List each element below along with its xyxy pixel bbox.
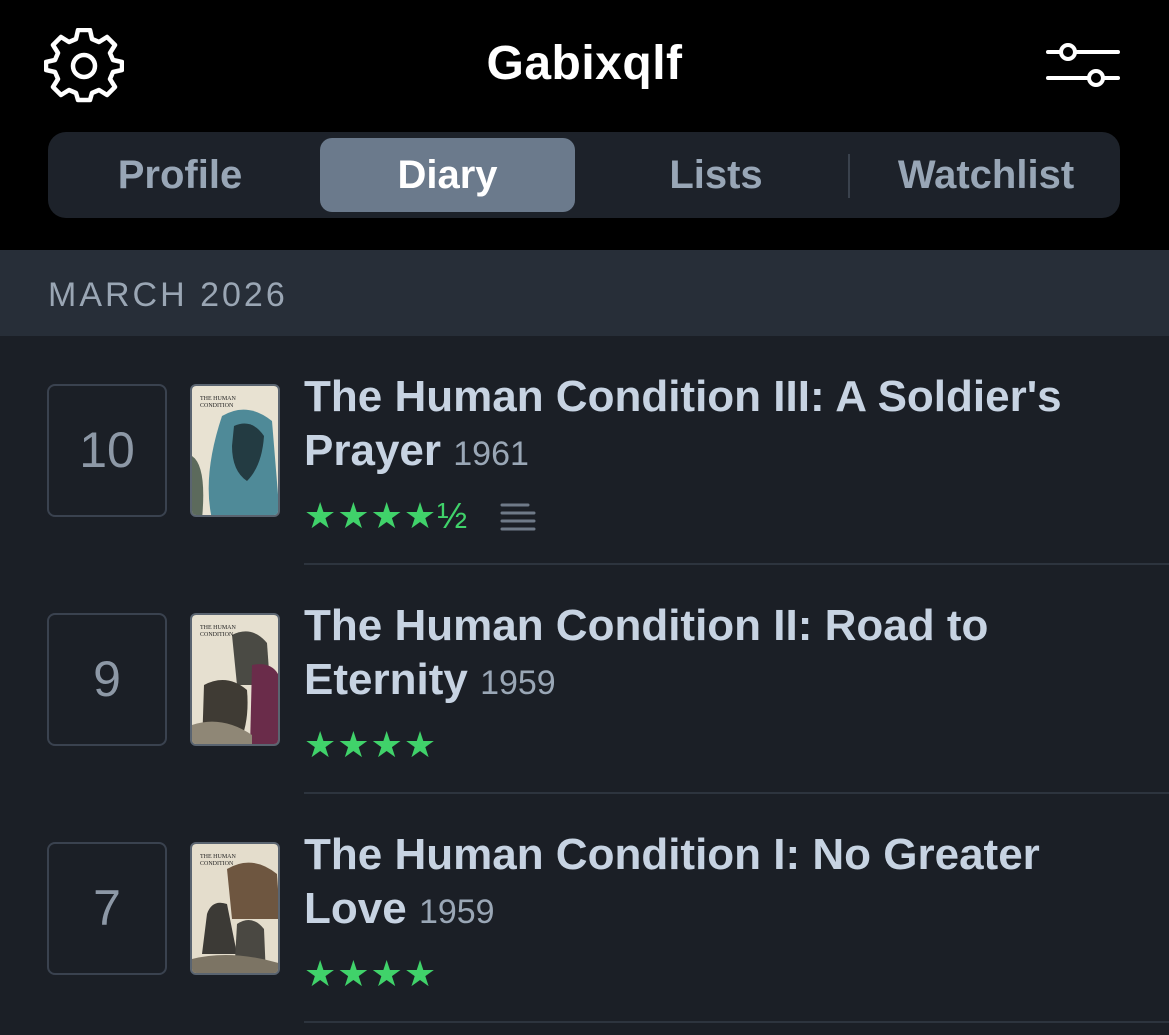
svg-text:CONDITION: CONDITION xyxy=(200,632,234,638)
film-poster[interactable]: THE HUMAN CONDITION xyxy=(190,842,280,975)
diary-entry[interactable]: 7 THE HUMAN CONDITION The Human Conditio… xyxy=(0,794,1169,1023)
film-title[interactable]: The Human Condition II: Road to Eternity… xyxy=(304,599,1134,710)
star-rating: ★★★★ xyxy=(304,953,438,994)
page-title: Gabixqlf xyxy=(486,37,683,90)
film-poster[interactable]: THE HUMAN CONDITION xyxy=(190,384,280,517)
tab-watchlist[interactable]: Watchlist xyxy=(852,138,1120,212)
review-text-icon xyxy=(500,503,536,531)
row-divider xyxy=(304,1021,1169,1023)
month-header: MARCH 2026 xyxy=(0,250,1169,336)
star-rating: ★★★★½ xyxy=(304,495,469,536)
svg-text:CONDITION: CONDITION xyxy=(200,861,234,867)
poster-text: THE HUMAN xyxy=(200,854,236,860)
tab-profile[interactable]: Profile xyxy=(48,138,312,212)
tab-divider xyxy=(848,154,850,198)
poster-text: THE HUMAN xyxy=(200,396,236,402)
tab-lists[interactable]: Lists xyxy=(584,138,848,212)
film-title[interactable]: The Human Condition III: A Soldier's Pra… xyxy=(304,370,1134,481)
film-title-text: The Human Condition I: No Greater Love xyxy=(304,830,1040,933)
film-title-text: The Human Condition II: Road to Eternity xyxy=(304,601,989,704)
film-year: 1959 xyxy=(418,893,495,931)
poster-text: THE HUMAN xyxy=(200,625,236,631)
day-box: 7 xyxy=(47,842,167,975)
svg-text:CONDITION: CONDITION xyxy=(200,403,234,409)
day-box: 10 xyxy=(47,384,167,517)
film-title-text: The Human Condition III: A Soldier's Pra… xyxy=(304,372,1062,475)
top-bar: Gabixqlf Profile Diary Lists Watchlist xyxy=(0,0,1169,250)
month-label: MARCH 2026 xyxy=(48,276,288,314)
film-year: 1959 xyxy=(480,664,556,702)
tab-diary[interactable]: Diary xyxy=(320,138,575,212)
diary-entry[interactable]: 10 THE HUMAN CONDITION The Human Conditi… xyxy=(0,336,1169,565)
star-rating: ★★★★ xyxy=(304,724,438,765)
film-poster[interactable]: THE HUMAN CONDITION xyxy=(190,613,280,746)
tab-bar: Profile Diary Lists Watchlist xyxy=(48,132,1120,218)
film-title[interactable]: The Human Condition I: No Greater Love 1… xyxy=(304,828,1134,939)
sliders-icon[interactable] xyxy=(1040,38,1126,94)
day-box: 9 xyxy=(47,613,167,746)
diary-entry[interactable]: 9 THE HUMAN CONDITION The Human Conditio… xyxy=(0,565,1169,794)
film-year: 1961 xyxy=(453,435,529,473)
